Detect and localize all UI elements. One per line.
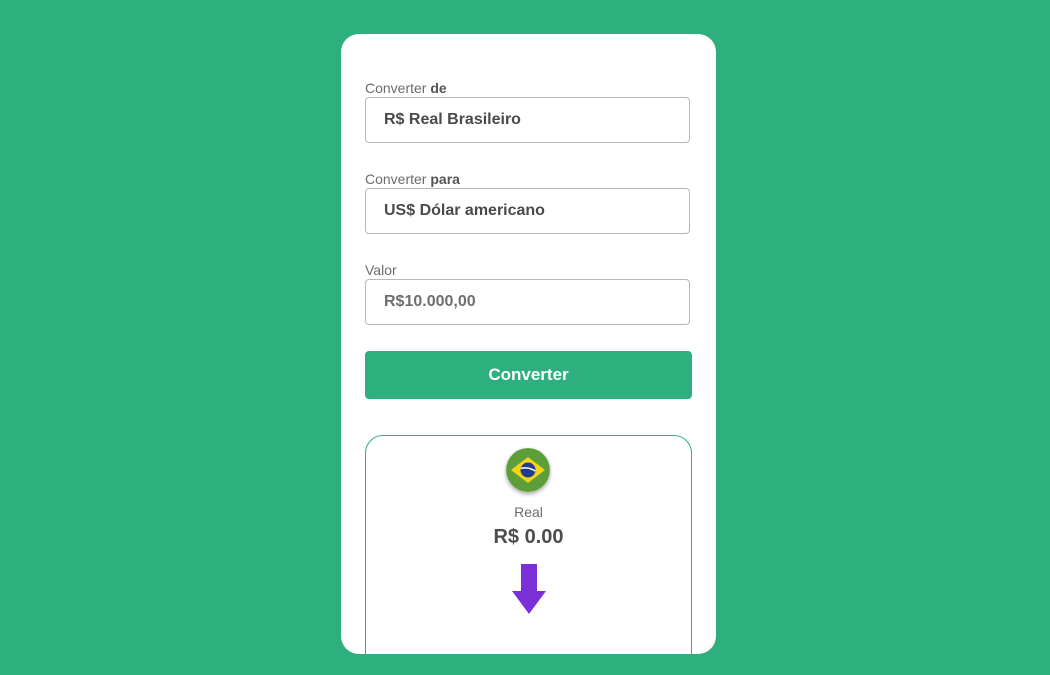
from-label-prefix: Converter	[365, 80, 431, 96]
arrow-down-icon	[512, 564, 546, 614]
amount-label: Valor	[365, 262, 397, 278]
brazil-flag-icon	[506, 448, 550, 492]
amount-input-value: R$10.000,00	[384, 293, 476, 310]
converter-card: Converter de R$ Real Brasileiro Converte…	[341, 34, 716, 675]
source-amount: R$ 0.00	[493, 526, 564, 548]
convert-button[interactable]: Converter	[365, 351, 692, 399]
to-label-prefix: Converter	[365, 171, 431, 187]
to-label-bold: para	[430, 171, 460, 187]
from-currency-select[interactable]: R$ Real Brasileiro	[365, 97, 690, 143]
to-currency-select[interactable]: US$ Dólar americano	[365, 188, 690, 234]
result-panel: Real R$ 0.00	[365, 435, 692, 675]
amount-input[interactable]: R$10.000,00	[365, 279, 690, 325]
to-label: Converter para	[365, 171, 460, 187]
source-currency-name: Real	[514, 504, 543, 520]
from-label: Converter de	[365, 80, 447, 96]
to-currency-value: US$ Dólar americano	[384, 202, 545, 219]
from-label-bold: de	[430, 80, 447, 96]
from-currency-value: R$ Real Brasileiro	[384, 111, 521, 128]
amount-label-text: Valor	[365, 262, 397, 278]
